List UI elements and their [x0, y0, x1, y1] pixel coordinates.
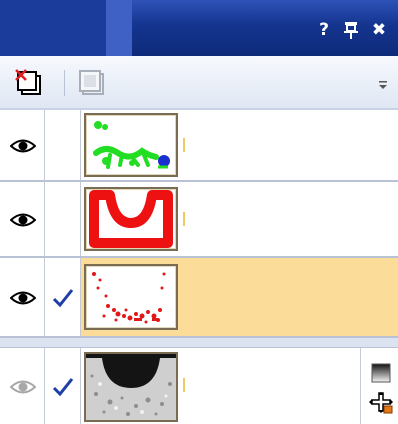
eye-icon: [10, 380, 36, 394]
thumbnail-image: [89, 190, 173, 248]
thumbnail-image: [93, 121, 170, 169]
new-layer-icon: [15, 69, 41, 95]
layer-row[interactable]: [0, 110, 398, 182]
selection-checkbox[interactable]: [45, 182, 81, 256]
eye-icon: [10, 291, 36, 305]
chevron-down-icon: [379, 81, 387, 89]
thumbnail-image: [92, 272, 166, 324]
toolbar-overflow-button[interactable]: [376, 78, 390, 92]
toolbar-separator: [64, 70, 65, 96]
thumbnail-marker: [183, 212, 185, 226]
title-bar[interactable]: ? ✖: [0, 0, 398, 56]
pin-button[interactable]: [340, 19, 362, 41]
selection-checkbox[interactable]: [45, 110, 81, 180]
group-separator: [0, 338, 398, 348]
layer-thumbnail[interactable]: [84, 187, 178, 251]
layer-row-selected[interactable]: [0, 258, 398, 338]
visibility-toggle[interactable]: [0, 182, 45, 256]
eye-icon: [10, 139, 36, 153]
check-icon: [52, 378, 74, 397]
layer-thumbnail[interactable]: [84, 113, 178, 177]
help-button[interactable]: ?: [313, 19, 335, 41]
help-icon: ?: [319, 20, 329, 40]
move-icon[interactable]: [369, 392, 393, 414]
thumbnail-image: [86, 354, 176, 420]
layers-toolbar: [0, 56, 398, 110]
gradient-icon[interactable]: [369, 362, 393, 384]
layer-list: [0, 110, 398, 424]
selection-checkbox[interactable]: [45, 348, 81, 424]
layer-row[interactable]: [0, 182, 398, 258]
title-bar-left-region: [0, 0, 106, 56]
visibility-toggle[interactable]: [0, 348, 45, 424]
pin-icon: [344, 22, 358, 39]
layer-side-tools: [360, 348, 398, 424]
duplicate-layer-icon: [79, 70, 104, 95]
check-icon: [52, 289, 74, 308]
duplicate-layer-button[interactable]: [77, 68, 107, 98]
visibility-toggle[interactable]: [0, 258, 45, 336]
close-icon: ✖: [371, 20, 387, 40]
close-button[interactable]: ✖: [368, 19, 390, 41]
thumbnail-marker: [183, 378, 185, 392]
layer-thumbnail[interactable]: [84, 264, 178, 330]
selection-checkbox[interactable]: [45, 258, 81, 336]
layers-panel: ? ✖: [0, 0, 398, 424]
new-layer-button[interactable]: [14, 68, 44, 98]
layer-row[interactable]: [0, 348, 398, 424]
visibility-toggle[interactable]: [0, 110, 45, 180]
eye-icon: [10, 213, 36, 227]
title-bar-accent: [106, 0, 132, 56]
thumbnail-marker: [183, 138, 185, 152]
layer-thumbnail[interactable]: [84, 352, 178, 422]
